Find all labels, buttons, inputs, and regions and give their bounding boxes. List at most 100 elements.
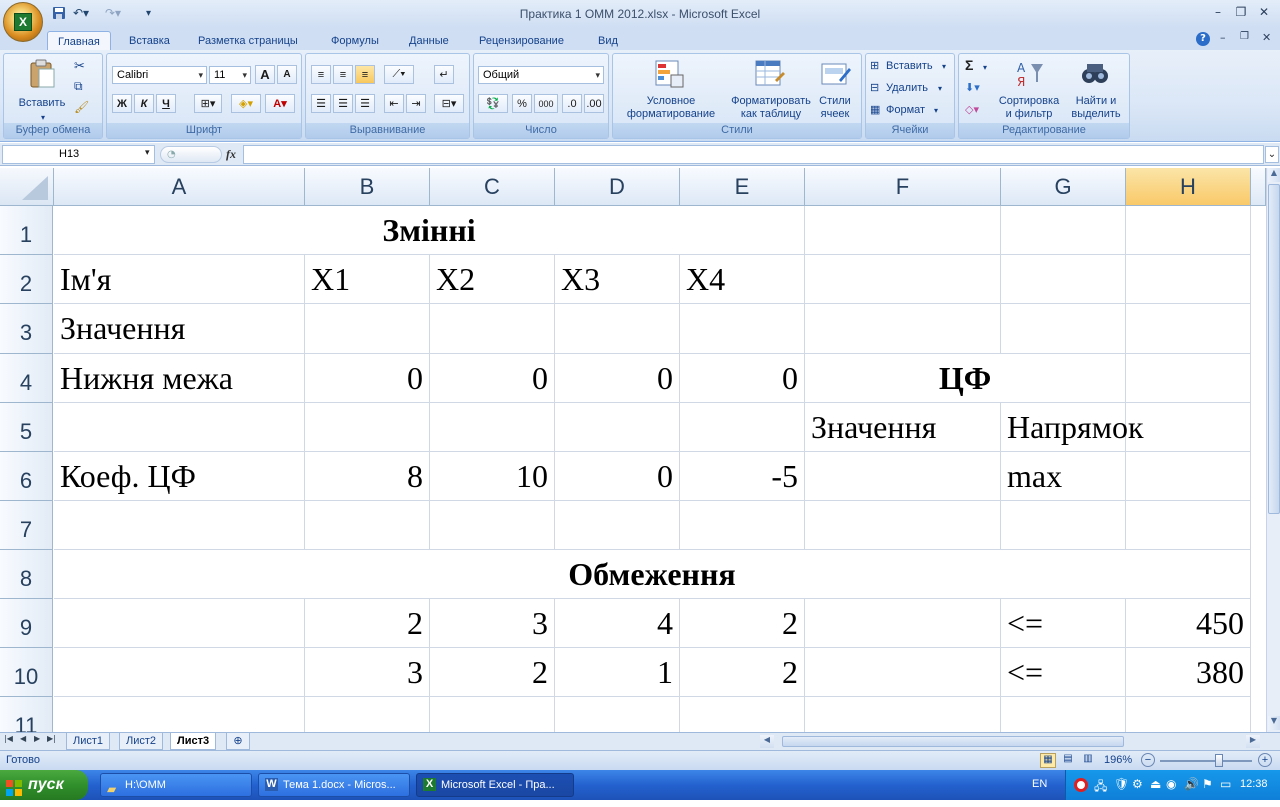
insert-function-button[interactable]: fx xyxy=(226,147,236,162)
conditional-formatting-button[interactable]: Условное форматирование xyxy=(615,95,727,121)
cell-c2[interactable]: X2 xyxy=(430,255,555,304)
column-header-g[interactable]: G xyxy=(1001,168,1126,206)
close-button[interactable]: ✕ xyxy=(1253,4,1275,20)
cell-d4[interactable]: 0 xyxy=(555,354,680,403)
cell-b10[interactable]: 3 xyxy=(305,648,430,697)
row-header-6[interactable]: 6 xyxy=(0,452,53,501)
row-header-2[interactable]: 2 xyxy=(0,255,53,304)
column-header-d[interactable]: D xyxy=(555,168,680,206)
language-indicator[interactable]: EN xyxy=(1032,778,1047,790)
doc-minimize-button[interactable]: – xyxy=(1220,31,1226,44)
doc-close-button[interactable]: ✕ xyxy=(1262,31,1271,44)
row-header-5[interactable]: 5 xyxy=(0,403,53,452)
sheet-tab-3[interactable]: Лист3 xyxy=(170,733,217,750)
fill-color-icon[interactable]: ◈▾ xyxy=(231,94,261,113)
grow-font-button[interactable]: A xyxy=(255,65,275,84)
column-header-b[interactable]: B xyxy=(305,168,430,206)
select-all-corner[interactable] xyxy=(0,168,54,206)
cell-f5[interactable]: Значення xyxy=(805,403,1001,452)
cell-h3[interactable] xyxy=(1126,304,1251,354)
office-button[interactable]: X xyxy=(3,2,43,42)
tab-page-layout[interactable]: Разметка страницы xyxy=(188,31,308,51)
cell-h10[interactable]: 380 xyxy=(1126,648,1251,697)
redo-icon[interactable]: ↷▾ xyxy=(105,5,121,21)
row-header-8[interactable]: 8 xyxy=(0,550,53,599)
qat-customize-icon[interactable]: ▾ xyxy=(146,5,151,21)
find-select-button[interactable]: Найти и выделить xyxy=(1065,95,1127,121)
cell-a3[interactable]: Значення xyxy=(54,304,305,354)
cell-d6[interactable]: 0 xyxy=(555,452,680,501)
tray-app-icon[interactable]: ◉ xyxy=(1166,777,1176,791)
align-top-icon[interactable]: ≡ xyxy=(311,65,331,84)
copy-icon[interactable]: ⧉ xyxy=(74,80,83,93)
cell-e4[interactable]: 0 xyxy=(680,354,805,403)
scroll-up-icon[interactable]: ▲ xyxy=(1268,168,1280,182)
paste-button[interactable]: Вставить xyxy=(12,97,72,110)
row-header-3[interactable]: 3 xyxy=(0,304,53,354)
vertical-scrollbar[interactable]: ▲ ▼ xyxy=(1266,168,1280,732)
align-bottom-icon[interactable]: ≡ xyxy=(355,65,375,84)
underline-button[interactable]: Ч xyxy=(156,94,176,113)
taskbar-item-folder[interactable]: ▰ H:\ОММ xyxy=(100,773,252,797)
orientation-icon[interactable]: ⟋▾ xyxy=(384,65,414,84)
cell-f9[interactable] xyxy=(805,599,1001,648)
cell-a10[interactable] xyxy=(54,648,305,697)
tab-insert[interactable]: Вставка xyxy=(119,31,180,51)
sheet-tab-1[interactable]: Лист1 xyxy=(66,733,111,750)
taskbar-item-word[interactable]: W Тема 1.docx - Micros... xyxy=(258,773,410,797)
cell-b6[interactable]: 8 xyxy=(305,452,430,501)
cell-f11[interactable] xyxy=(805,697,1001,732)
cell-g2[interactable] xyxy=(1001,255,1126,304)
cell-c5[interactable] xyxy=(430,403,555,452)
prev-sheet-icon[interactable]: ◀ xyxy=(20,734,26,743)
currency-icon[interactable]: 💱 xyxy=(478,94,508,113)
cell-c10[interactable]: 2 xyxy=(430,648,555,697)
cut-icon[interactable]: ✂ xyxy=(74,59,85,72)
cell-c9[interactable]: 3 xyxy=(430,599,555,648)
insert-cells-button[interactable]: Вставить xyxy=(886,60,933,73)
autosum-dropdown-icon[interactable]: ▾ xyxy=(983,61,987,74)
zoom-slider-thumb[interactable] xyxy=(1215,754,1223,767)
decrease-decimal-icon[interactable]: .00 xyxy=(584,94,604,113)
cell-h4[interactable] xyxy=(1126,354,1251,403)
cell-g1[interactable] xyxy=(1001,206,1126,255)
align-left-icon[interactable]: ☰ xyxy=(311,94,331,113)
cell-g10[interactable]: <= xyxy=(1001,648,1126,697)
cell-e2[interactable]: X4 xyxy=(680,255,805,304)
name-box-dropdown-icon[interactable]: ▾ xyxy=(145,148,150,158)
column-header-e[interactable]: E xyxy=(680,168,805,206)
cell-h11[interactable] xyxy=(1126,697,1251,732)
cell-f2[interactable] xyxy=(805,255,1001,304)
cell-c7[interactable] xyxy=(430,501,555,550)
decrease-indent-icon[interactable]: ⇤ xyxy=(384,94,404,113)
vertical-scroll-thumb[interactable] xyxy=(1268,184,1280,514)
wrap-text-icon[interactable]: ↵ xyxy=(434,65,454,84)
column-header-a[interactable]: A xyxy=(54,168,305,206)
tab-formulas[interactable]: Формулы xyxy=(321,31,389,51)
autosum-button[interactable]: Σ xyxy=(965,58,973,72)
tab-review[interactable]: Рецензирование xyxy=(469,31,574,51)
tab-view[interactable]: Вид xyxy=(588,31,628,51)
volume-icon[interactable]: 🔊 xyxy=(1184,777,1199,791)
cell-h5[interactable] xyxy=(1126,403,1251,452)
cell-e3[interactable] xyxy=(680,304,805,354)
borders-icon[interactable]: ⊞▾ xyxy=(194,94,222,113)
minimize-button[interactable]: – xyxy=(1207,4,1229,20)
cell-g7[interactable] xyxy=(1001,501,1126,550)
row-header-1[interactable]: 1 xyxy=(0,206,53,255)
flag-icon[interactable]: ⚑ xyxy=(1202,777,1213,791)
cell-f3[interactable] xyxy=(805,304,1001,354)
bold-button[interactable]: Ж xyxy=(112,94,132,113)
cell-a6[interactable]: Коеф. ЦФ xyxy=(54,452,305,501)
cell-a1-merged[interactable]: Змінні xyxy=(54,206,805,255)
cell-d7[interactable] xyxy=(555,501,680,550)
row-header-4[interactable]: 4 xyxy=(0,354,53,403)
thousands-button[interactable]: 000 xyxy=(534,94,558,113)
cell-f6[interactable] xyxy=(805,452,1001,501)
cell-e9[interactable]: 2 xyxy=(680,599,805,648)
cell-b3[interactable] xyxy=(305,304,430,354)
taskbar-item-excel[interactable]: X Microsoft Excel - Пра... xyxy=(416,773,574,797)
zoom-in-icon[interactable]: + xyxy=(1258,753,1272,767)
shrink-font-button[interactable]: A xyxy=(277,65,297,84)
column-header-f[interactable]: F xyxy=(805,168,1001,206)
